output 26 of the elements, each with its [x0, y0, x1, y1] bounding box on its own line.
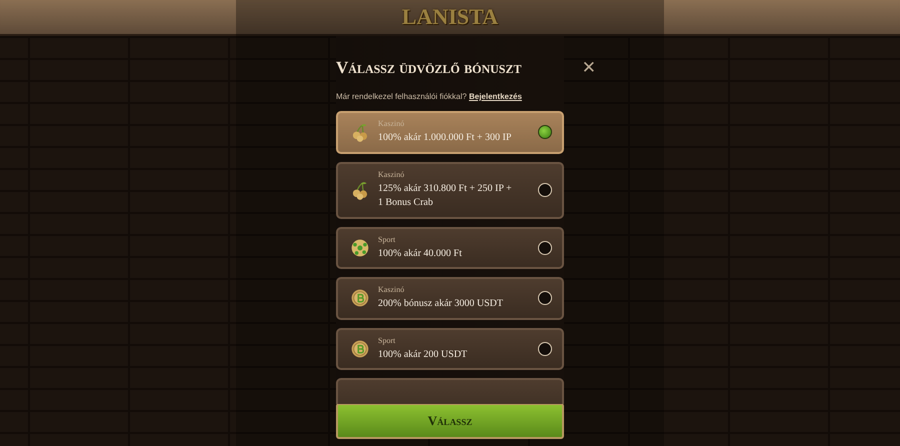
- option-category: Sport: [378, 336, 396, 344]
- close-button[interactable]: ✕: [582, 58, 596, 78]
- submit-button[interactable]: Válassz: [336, 403, 564, 439]
- option-category: Kaszinó: [378, 119, 406, 128]
- login-prompt: Már rendelkezel felhasználói fiókkal? Bejelentkezés: [336, 92, 523, 101]
- option-offer: 100% akár 40.000 Ft: [378, 246, 463, 260]
- ball-icon: [350, 238, 370, 258]
- cherries-icon: [350, 180, 370, 200]
- option-category: Kaszinó: [378, 285, 406, 294]
- bonus-option[interactable]: Sport 100% akár 40.000 Ft: [336, 226, 564, 269]
- option-category: Sport: [378, 234, 396, 244]
- login-link[interactable]: Bejelentkezés: [468, 92, 522, 101]
- option-category: Kaszinó: [378, 170, 406, 178]
- coin-icon: [350, 288, 370, 308]
- bonus-option[interactable]: Sport 100% akár 200 USDT: [336, 328, 564, 370]
- modal-title: Válassz üdvözlő bónuszt: [336, 58, 522, 78]
- cherries-icon: [350, 122, 370, 142]
- bonus-option[interactable]: Kaszinó 200% bónusz akár 3000 USDT: [336, 277, 564, 320]
- option-offer: 125% akár 310.800 Ft + 250 IP + 1 Bonus Crab: [378, 182, 513, 210]
- bonus-option[interactable]: Kaszinó 125% akár 310.800 Ft + 250 IP + 1 Bonus Crab: [336, 162, 564, 218]
- radio-button[interactable]: [538, 125, 552, 140]
- bonus-option[interactable]: Kaszinó 100% akár 1.000.000 Ft + 300 IP: [336, 111, 564, 154]
- option-offer: 200% bónusz akár 3000 USDT: [378, 297, 504, 311]
- coin-icon: [350, 338, 370, 359]
- option-offer: 100% akár 1.000.000 Ft + 300 IP: [378, 131, 512, 145]
- option-offer: 100% akár 200 USDT: [378, 348, 468, 362]
